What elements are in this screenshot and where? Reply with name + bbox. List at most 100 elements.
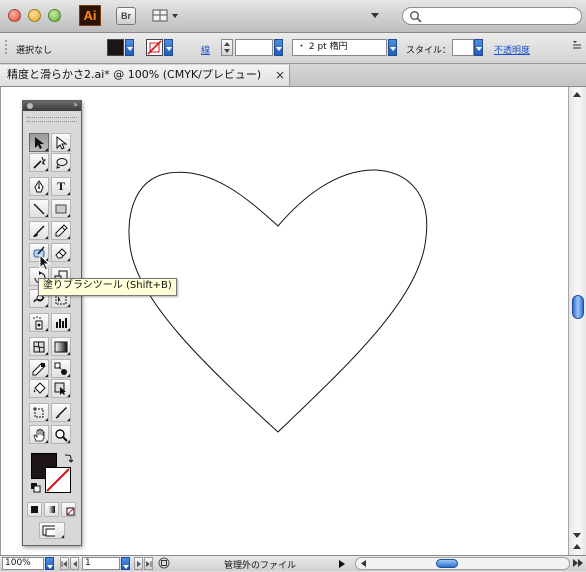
stroke-color-dropdown[interactable]: [164, 39, 173, 56]
search-input[interactable]: [402, 7, 582, 25]
arrange-documents-button[interactable]: [152, 8, 180, 24]
magic-wand-icon: [33, 156, 46, 169]
tools-panel-grip[interactable]: [27, 117, 77, 122]
stroke-weight-field[interactable]: [235, 39, 273, 56]
scroll-right-icon[interactable]: [571, 557, 585, 570]
horizontal-scroll-thumb[interactable]: [436, 559, 458, 568]
search-icon: [410, 11, 422, 23]
horizontal-scrollbar[interactable]: [355, 557, 570, 570]
graphic-style-dropdown[interactable]: [474, 39, 483, 56]
status-menu-arrow-icon[interactable]: [338, 559, 346, 569]
lasso-tool[interactable]: [51, 153, 71, 172]
tools-panel-collapse-icon[interactable]: »: [73, 100, 78, 109]
paint-bucket-icon: [33, 382, 46, 394]
first-artboard-button[interactable]: [60, 557, 69, 570]
eyedropper-tool[interactable]: [29, 359, 49, 378]
panel-menu-icon[interactable]: [572, 39, 582, 51]
gradient-tool[interactable]: [51, 337, 71, 356]
symbol-sprayer-tool[interactable]: [29, 313, 49, 332]
tools-panel: » T: [22, 100, 82, 546]
color-mode-button[interactable]: [27, 502, 42, 517]
heart-shape[interactable]: [128, 169, 428, 433]
stepper-arrows-icon: [224, 42, 230, 53]
close-window-button[interactable]: [8, 9, 21, 22]
illustrator-logo: Ai: [79, 5, 101, 26]
artboard-number-field[interactable]: 1: [82, 557, 120, 570]
direct-selection-arrow-icon: [56, 136, 68, 150]
pen-tool[interactable]: [29, 177, 49, 196]
zoom-level-field[interactable]: 100%: [2, 557, 44, 570]
scroll-down-icon[interactable]: [569, 529, 585, 553]
stroke-weight-dropdown[interactable]: [274, 39, 283, 56]
artboard-options-icon[interactable]: [158, 557, 170, 569]
brush-definition-field[interactable]: ・ 2 pt 楕円: [292, 39, 387, 56]
column-graph-icon: [56, 318, 67, 328]
zoom-level-dropdown[interactable]: [45, 557, 54, 570]
stroke-weight-stepper[interactable]: [221, 39, 233, 56]
screen-mode-button[interactable]: [39, 522, 65, 539]
bridge-button[interactable]: Br: [116, 7, 136, 25]
next-artboard-button[interactable]: [134, 557, 143, 570]
stroke-color-swatch[interactable]: [146, 39, 163, 56]
gradient-mode-icon: [48, 506, 55, 513]
status-bar: 100% 1 管理外のファイル: [0, 555, 586, 571]
tools-panel-close-icon[interactable]: [27, 103, 33, 109]
stroke-panel-link[interactable]: 線: [201, 43, 210, 56]
eraser-tool[interactable]: [51, 243, 71, 262]
artwork-layer: [128, 169, 428, 433]
control-bar: 選択なし 線 ・ 2 pt 楕円 スタイル： 不透明度: [0, 33, 586, 64]
no-stroke-slash-icon: [46, 468, 70, 492]
swap-fill-stroke-icon[interactable]: [63, 453, 73, 463]
opacity-panel-link[interactable]: 不透明度: [494, 43, 530, 56]
none-mode-button[interactable]: [61, 502, 76, 517]
gradient-mode-button[interactable]: [44, 502, 59, 517]
hand-tool[interactable]: [29, 425, 49, 444]
line-segment-tool[interactable]: [29, 199, 49, 218]
pencil-tool[interactable]: [51, 221, 71, 240]
workspace-menu-arrow-icon[interactable]: [371, 13, 379, 18]
paintbrush-tool[interactable]: [29, 221, 49, 240]
live-paint-bucket-tool[interactable]: [29, 379, 49, 398]
magic-wand-tool[interactable]: [29, 153, 49, 172]
scroll-left-icon[interactable]: [359, 558, 369, 569]
artboard-canvas[interactable]: [0, 87, 568, 555]
panel-grip-icon: [5, 40, 7, 54]
graphic-style-swatch[interactable]: [452, 39, 474, 56]
type-tool[interactable]: T: [51, 177, 71, 196]
scroll-up-icon[interactable]: [569, 89, 585, 101]
column-graph-tool[interactable]: [51, 313, 71, 332]
fill-color-swatch[interactable]: [107, 39, 124, 56]
zoom-tool[interactable]: [51, 425, 71, 444]
blend-tool[interactable]: [51, 359, 71, 378]
default-fill-stroke-icon[interactable]: [31, 483, 41, 493]
lasso-icon: [56, 158, 68, 169]
status-text[interactable]: 管理外のファイル: [224, 558, 296, 571]
direct-selection-tool[interactable]: [51, 133, 71, 152]
selection-arrow-icon: [35, 137, 44, 149]
none-icon: [66, 507, 75, 516]
mesh-tool[interactable]: [29, 337, 49, 356]
fill-color-dropdown[interactable]: [125, 39, 134, 56]
artboard-number-dropdown[interactable]: [121, 557, 130, 570]
vertical-scrollbar[interactable]: [568, 87, 586, 555]
zoom-window-button[interactable]: [48, 9, 61, 22]
selection-tool[interactable]: [29, 133, 49, 152]
hand-icon: [33, 428, 45, 442]
vertical-scroll-thumb[interactable]: [572, 295, 584, 319]
mouse-pointer-icon: [39, 254, 51, 271]
brush-definition-dropdown[interactable]: [388, 39, 397, 56]
stroke-swatch[interactable]: [45, 467, 71, 493]
previous-artboard-button[interactable]: [70, 557, 79, 570]
first-page-icon: [61, 561, 67, 567]
minimize-window-button[interactable]: [28, 9, 41, 22]
no-stroke-icon: [147, 40, 162, 55]
live-paint-selection-tool[interactable]: [51, 379, 71, 398]
rectangle-tool[interactable]: [51, 199, 71, 218]
slice-tool[interactable]: [51, 403, 71, 422]
document-tab[interactable]: 精度と滑らかさ2.ai* @ 100% (CMYK/プレビュー) ×: [0, 65, 290, 86]
crop-area-tool[interactable]: [29, 403, 49, 422]
crop-area-icon: [33, 407, 44, 418]
close-tab-icon[interactable]: ×: [275, 65, 285, 85]
last-artboard-button[interactable]: [144, 557, 153, 570]
tools-panel-titlebar[interactable]: »: [23, 100, 81, 111]
